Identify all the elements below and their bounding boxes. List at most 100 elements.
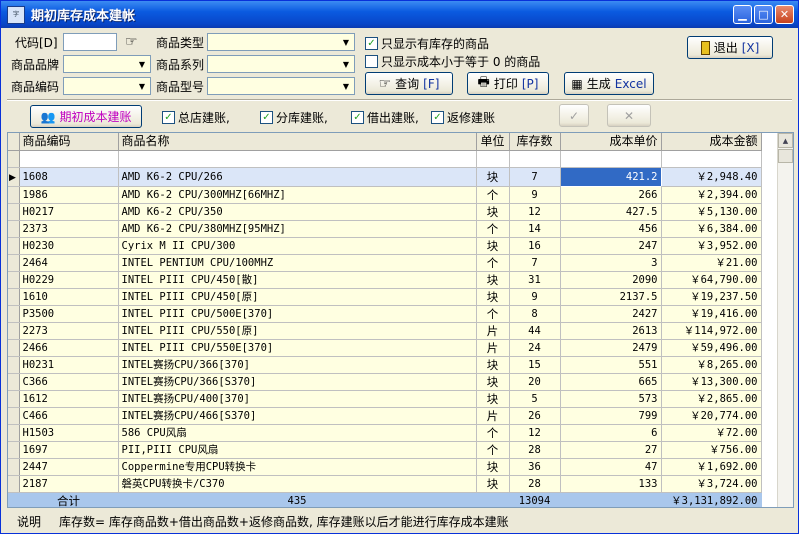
cell-amount[interactable]: ￥64,790.00 (661, 271, 762, 289)
cell-amount[interactable]: ￥756.00 (661, 441, 762, 459)
cell-name[interactable]: INTEL PENTIUM CPU/100MHZ (118, 254, 477, 272)
cell-unit[interactable]: 块 (476, 167, 510, 187)
table-row[interactable]: 2187 磐英CPU转换卡/C370 块 28 133 ￥3,724.00 (8, 475, 762, 493)
filter-cell[interactable] (19, 150, 119, 168)
column-header-price[interactable]: 成本单价 (560, 133, 662, 151)
series-select[interactable]: ▼ (207, 55, 355, 73)
cancel-edit-button[interactable]: ✕ (607, 104, 651, 127)
cell-qty[interactable]: 31 (509, 271, 561, 289)
cell-unit[interactable]: 个 (476, 305, 510, 323)
cell-code[interactable]: 1986 (19, 186, 119, 204)
cell-amount[interactable]: ￥3,952.00 (661, 237, 762, 255)
cell-amount[interactable]: ￥59,496.00 (661, 339, 762, 357)
column-header-name[interactable]: 商品名称 (118, 133, 477, 151)
cell-qty[interactable]: 36 (509, 458, 561, 476)
cell-unit[interactable]: 块 (476, 203, 510, 221)
cell-amount[interactable]: ￥6,384.00 (661, 220, 762, 238)
cell-unit[interactable]: 块 (476, 271, 510, 289)
cell-amount[interactable]: ￥8,265.00 (661, 356, 762, 374)
cell-code[interactable]: 1697 (19, 441, 119, 459)
column-header-qty[interactable]: 库存数 (509, 133, 561, 151)
cell-code[interactable]: 1608 (19, 167, 119, 187)
cell-unit[interactable]: 片 (476, 322, 510, 340)
cell-qty[interactable]: 8 (509, 305, 561, 323)
cell-name[interactable]: INTEL赛扬CPU/366[S370] (118, 373, 477, 391)
cell-code[interactable]: C466 (19, 407, 119, 425)
cell-name[interactable]: INTEL赛扬CPU/400[370] (118, 390, 477, 408)
cell-amount[interactable]: ￥13,300.00 (661, 373, 762, 391)
cell-unit[interactable]: 片 (476, 339, 510, 357)
cell-price[interactable]: 2427 (560, 305, 662, 323)
table-row[interactable]: 2373 AMD K6-2 CPU/380MHZ[95MHZ] 个 14 456 ￥6,3… (8, 220, 762, 238)
cell-qty[interactable]: 7 (509, 254, 561, 272)
filter-cell[interactable] (509, 150, 561, 168)
cell-unit[interactable]: 个 (476, 186, 510, 204)
filter-cell[interactable] (476, 150, 510, 168)
option-repair-checkbox[interactable]: ✓ 返修建账 (431, 109, 495, 126)
item-code-select[interactable]: ▼ (63, 77, 151, 95)
option-branch-checkbox[interactable]: ✓ 分库建账, (260, 109, 328, 126)
cell-qty[interactable]: 12 (509, 203, 561, 221)
column-header-code[interactable]: 商品编码 (19, 133, 119, 151)
close-button[interactable]: ✕ (775, 5, 794, 24)
cell-qty[interactable]: 5 (509, 390, 561, 408)
cell-name[interactable]: 586 CPU风扇 (118, 424, 477, 442)
cell-unit[interactable]: 块 (476, 390, 510, 408)
cell-qty[interactable]: 24 (509, 339, 561, 357)
inventory-grid[interactable]: 商品编码 商品名称 单位 库存数 成本单价 成本金额 ▶ 1608 AMD K6… (7, 132, 794, 508)
cell-qty[interactable]: 20 (509, 373, 561, 391)
cell-name[interactable]: INTEL PIII CPU/550E[370] (118, 339, 477, 357)
table-row[interactable]: 1986 AMD K6-2 CPU/300MHZ[66MHZ] 个 9 266 ￥2,39… (8, 186, 762, 204)
table-row[interactable]: ▶ 1608 AMD K6-2 CPU/266 块 7 421.2 ￥2,948.40 (8, 166, 762, 187)
cell-unit[interactable]: 个 (476, 220, 510, 238)
scroll-thumb[interactable] (778, 149, 793, 163)
cell-code[interactable]: 2273 (19, 322, 119, 340)
cell-amount[interactable]: ￥19,237.50 (661, 288, 762, 306)
cell-name[interactable]: INTEL赛扬CPU/366[370] (118, 356, 477, 374)
cell-qty[interactable]: 28 (509, 441, 561, 459)
cell-price[interactable]: 551 (560, 356, 662, 374)
cell-qty[interactable]: 26 (509, 407, 561, 425)
cell-unit[interactable]: 块 (476, 288, 510, 306)
table-row[interactable]: H1503 586 CPU风扇个 12 6 ￥72.00 (8, 424, 762, 442)
cell-price[interactable]: 6 (560, 424, 662, 442)
cell-code[interactable]: H0230 (19, 237, 119, 255)
type-select[interactable]: ▼ (207, 33, 355, 51)
cell-code[interactable]: 2447 (19, 458, 119, 476)
cell-qty[interactable]: 44 (509, 322, 561, 340)
vertical-scrollbar[interactable]: ▲ (777, 133, 793, 507)
cell-price[interactable]: 266 (560, 186, 662, 204)
print-button[interactable]: 🖶 打印 [P] (467, 72, 549, 95)
cell-price[interactable]: 799 (560, 407, 662, 425)
exit-button[interactable]: 退出 [X] (687, 36, 773, 59)
table-row[interactable]: C366 INTEL赛扬CPU/366[S370] 块 20 665 ￥13,300.00 (8, 373, 762, 391)
excel-button[interactable]: ▦ 生成 Excel (564, 72, 654, 95)
cell-price[interactable]: 573 (560, 390, 662, 408)
cell-price[interactable]: 47 (560, 458, 662, 476)
cost-zero-checkbox[interactable]: 只显示成本小于等于 0 的商品 (365, 53, 540, 70)
cell-name[interactable]: AMD K6-2 CPU/300MHZ[66MHZ] (118, 186, 477, 204)
cell-code[interactable]: 2187 (19, 475, 119, 493)
cell-unit[interactable]: 个 (476, 424, 510, 442)
cell-price[interactable]: 427.5 (560, 203, 662, 221)
option-lend-checkbox[interactable]: ✓ 借出建账, (351, 109, 419, 126)
model-select[interactable]: ▼ (207, 77, 355, 95)
filter-cell[interactable] (661, 150, 762, 168)
cell-price[interactable]: 133 (560, 475, 662, 493)
cell-unit[interactable]: 块 (476, 373, 510, 391)
cell-amount[interactable]: ￥1,692.00 (661, 458, 762, 476)
cell-name[interactable]: INTEL赛扬CPU/466[S370] (118, 407, 477, 425)
cell-qty[interactable]: 28 (509, 475, 561, 493)
cell-qty[interactable]: 9 (509, 186, 561, 204)
cell-code[interactable]: H1503 (19, 424, 119, 442)
cell-amount[interactable]: ￥5,130.00 (661, 203, 762, 221)
cell-code[interactable]: 1610 (19, 288, 119, 306)
cell-price[interactable]: 2613 (560, 322, 662, 340)
cell-price[interactable]: 3 (560, 254, 662, 272)
cell-name[interactable]: Cyrix M II CPU/300 (118, 237, 477, 255)
filter-cell[interactable] (560, 150, 662, 168)
table-row[interactable]: 2464 INTEL PENTIUM CPU/100MHZ 个 7 3 ￥21.00 (8, 254, 762, 272)
cell-amount[interactable]: ￥2,394.00 (661, 186, 762, 204)
cell-unit[interactable]: 块 (476, 237, 510, 255)
table-row[interactable]: H0231 INTEL赛扬CPU/366[370] 块 15 551 ￥8,265.00 (8, 356, 762, 374)
